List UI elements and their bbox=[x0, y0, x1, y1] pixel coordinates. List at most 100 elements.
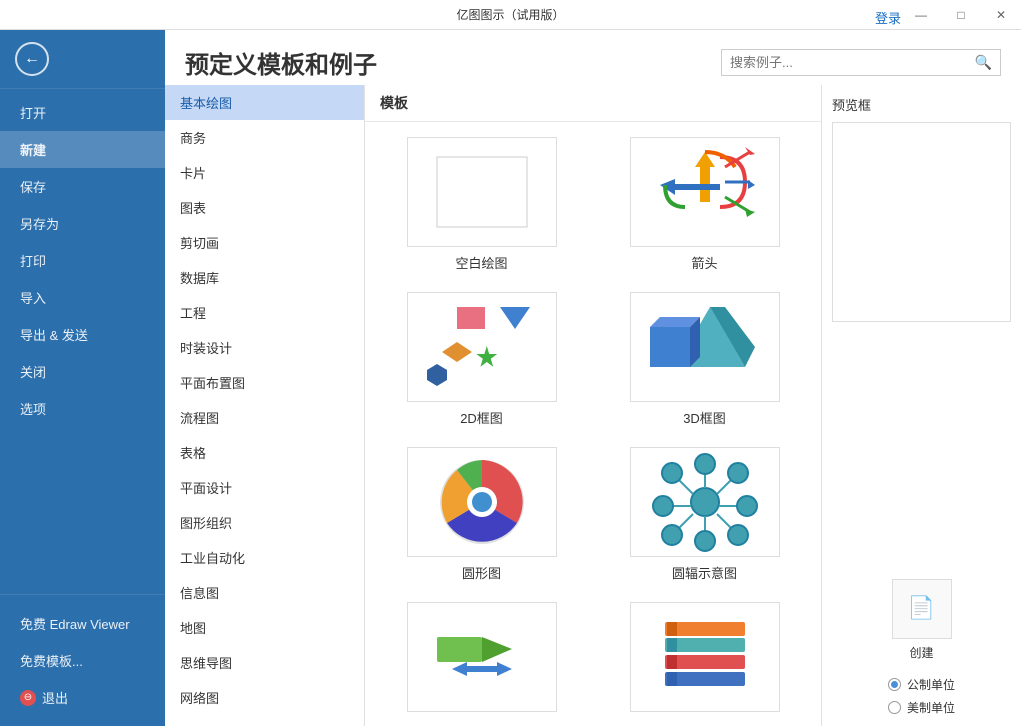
sidebar-item-print[interactable]: 打印 bbox=[0, 242, 165, 279]
sidebar-item-save[interactable]: 保存 bbox=[0, 168, 165, 205]
category-item-network[interactable]: 网络图 bbox=[165, 680, 364, 715]
sidebar-item-close[interactable]: 关闭 bbox=[0, 353, 165, 390]
category-item-table[interactable]: 表格 bbox=[165, 435, 364, 470]
category-list: 基本绘图 商务 卡片 图表 剪切画 数据库 工程 时装设计 平面布置图 流程图 … bbox=[165, 85, 365, 726]
sidebar-item-export[interactable]: 导出 & 发送 bbox=[0, 316, 165, 353]
template-thumb-arrow bbox=[630, 137, 780, 247]
titlebar: 亿图图示（试用版） 登录 — □ ✕ bbox=[0, 0, 1021, 30]
category-item-org-structure[interactable]: 组织结构图 bbox=[165, 715, 364, 726]
blank-svg bbox=[432, 152, 532, 232]
sidebar-item-edraw-viewer[interactable]: 免费 Edraw Viewer bbox=[0, 605, 165, 642]
unit-radio-group: 公制单位 美制单位 bbox=[888, 676, 955, 716]
search-icon[interactable]: 🔍 bbox=[975, 54, 992, 71]
category-item-org-chart[interactable]: 图形组织 bbox=[165, 505, 364, 540]
preview-actions: 📄 创建 公制单位 美制单位 bbox=[832, 579, 1011, 716]
circle-svg bbox=[422, 452, 542, 552]
category-item-industrial[interactable]: 工业自动化 bbox=[165, 540, 364, 575]
template-thumb-2d bbox=[407, 292, 557, 402]
content-body: 基本绘图 商务 卡片 图表 剪切画 数据库 工程 时装设计 平面布置图 流程图 … bbox=[165, 85, 1021, 726]
template-2d[interactable]: 2D框图 bbox=[380, 292, 583, 427]
template-thumb-3d bbox=[630, 292, 780, 402]
free-template-label: 免费模板... bbox=[20, 651, 83, 670]
template-name-blank: 空白绘图 bbox=[455, 253, 507, 272]
template-t2[interactable] bbox=[603, 602, 806, 718]
sidebar-bottom: 免费 Edraw Viewer 免费模板... ⊖ 退出 bbox=[0, 594, 165, 726]
radial-svg bbox=[645, 452, 765, 552]
sidebar-menu: 打开 新建 保存 另存为 打印 导入 导出 & 发送 关闭 选项 bbox=[0, 89, 165, 594]
template-blank[interactable]: 空白绘图 bbox=[380, 137, 583, 272]
search-input[interactable] bbox=[730, 55, 975, 70]
close-button[interactable]: ✕ bbox=[981, 0, 1021, 30]
template-thumb-blank bbox=[407, 137, 557, 247]
content-header: 预定义模板和例子 🔍 bbox=[165, 30, 1021, 85]
category-item-clipart[interactable]: 剪切画 bbox=[165, 225, 364, 260]
template-thumb-radial bbox=[630, 447, 780, 557]
main-layout: ← 打开 新建 保存 另存为 打印 导入 导出 & 发送 关闭 选项 免费 Ed… bbox=[0, 30, 1021, 726]
radio-imperial-circle bbox=[888, 701, 901, 714]
category-item-card[interactable]: 卡片 bbox=[165, 155, 364, 190]
template-arrow[interactable]: 箭头 bbox=[603, 137, 806, 272]
category-item-graphic-design[interactable]: 平面设计 bbox=[165, 470, 364, 505]
category-item-mind-map[interactable]: 思维导图 bbox=[165, 645, 364, 680]
category-item-floor-plan[interactable]: 平面布置图 bbox=[165, 365, 364, 400]
template-name-radial: 圆辐示意图 bbox=[672, 563, 737, 582]
sidebar-item-options[interactable]: 选项 bbox=[0, 390, 165, 427]
radio-imperial-label: 美制单位 bbox=[907, 699, 955, 716]
3d-svg bbox=[645, 302, 765, 392]
radio-imperial[interactable]: 美制单位 bbox=[888, 699, 955, 716]
sidebar-item-new[interactable]: 新建 bbox=[0, 131, 165, 168]
content-area: 预定义模板和例子 🔍 基本绘图 商务 卡片 图表 剪切画 数据库 工程 时装设计… bbox=[165, 30, 1021, 726]
templates-header: 模板 bbox=[365, 85, 821, 122]
sidebar-item-open[interactable]: 打开 bbox=[0, 94, 165, 131]
app-title: 亿图图示（试用版） bbox=[456, 6, 564, 23]
category-item-database[interactable]: 数据库 bbox=[165, 260, 364, 295]
template-thumb-t2 bbox=[630, 602, 780, 712]
exit-label: 退出 bbox=[42, 688, 68, 707]
radio-metric-label: 公制单位 bbox=[907, 676, 955, 693]
create-btn-container: 📄 创建 bbox=[892, 579, 952, 661]
category-item-fashion[interactable]: 时装设计 bbox=[165, 330, 364, 365]
template-name-3d: 3D框图 bbox=[683, 408, 726, 427]
template-name-circle: 圆形图 bbox=[462, 563, 501, 582]
arrow-svg bbox=[640, 142, 770, 242]
minimize-button[interactable]: — bbox=[901, 0, 941, 30]
back-button[interactable]: ← bbox=[15, 42, 49, 76]
category-item-map[interactable]: 地图 bbox=[165, 610, 364, 645]
category-item-chart[interactable]: 图表 bbox=[165, 190, 364, 225]
create-button[interactable]: 📄 bbox=[892, 579, 952, 639]
preview-box bbox=[832, 122, 1011, 322]
sidebar-top: ← bbox=[0, 30, 165, 89]
t2-svg bbox=[645, 617, 765, 697]
category-item-engineering[interactable]: 工程 bbox=[165, 295, 364, 330]
category-item-flowchart[interactable]: 流程图 bbox=[165, 400, 364, 435]
template-radial[interactable]: 圆辐示意图 bbox=[603, 447, 806, 582]
search-box: 🔍 bbox=[721, 49, 1001, 76]
templates-area: 模板 空白绘图 bbox=[365, 85, 821, 726]
2d-svg bbox=[422, 302, 542, 392]
preview-title: 预览框 bbox=[832, 95, 1011, 114]
template-thumb-t1 bbox=[407, 602, 557, 712]
sidebar-item-import[interactable]: 导入 bbox=[0, 279, 165, 316]
radio-metric[interactable]: 公制单位 bbox=[888, 676, 955, 693]
sidebar: ← 打开 新建 保存 另存为 打印 导入 导出 & 发送 关闭 选项 免费 Ed… bbox=[0, 30, 165, 726]
template-name-arrow: 箭头 bbox=[691, 253, 717, 272]
category-item-basic[interactable]: 基本绘图 bbox=[165, 85, 364, 120]
template-3d[interactable]: 3D框图 bbox=[603, 292, 806, 427]
category-item-infographic[interactable]: 信息图 bbox=[165, 575, 364, 610]
template-thumb-circle bbox=[407, 447, 557, 557]
templates-grid: 空白绘图 bbox=[365, 122, 821, 726]
edraw-viewer-label: 免费 Edraw Viewer bbox=[20, 614, 130, 633]
sidebar-item-free-template[interactable]: 免费模板... bbox=[0, 642, 165, 679]
create-label: 创建 bbox=[909, 644, 933, 661]
window-controls: — □ ✕ bbox=[901, 0, 1021, 30]
sidebar-item-exit[interactable]: ⊖ 退出 bbox=[0, 679, 165, 716]
category-item-business[interactable]: 商务 bbox=[165, 120, 364, 155]
template-t1[interactable] bbox=[380, 602, 583, 718]
maximize-button[interactable]: □ bbox=[941, 0, 981, 30]
t1-svg bbox=[422, 617, 542, 697]
template-circle[interactable]: 圆形图 bbox=[380, 447, 583, 582]
template-name-2d: 2D框图 bbox=[460, 408, 503, 427]
login-link[interactable]: 登录 bbox=[875, 8, 901, 27]
sidebar-item-save-as[interactable]: 另存为 bbox=[0, 205, 165, 242]
preview-panel: 预览框 📄 创建 公制单位 bbox=[821, 85, 1021, 726]
